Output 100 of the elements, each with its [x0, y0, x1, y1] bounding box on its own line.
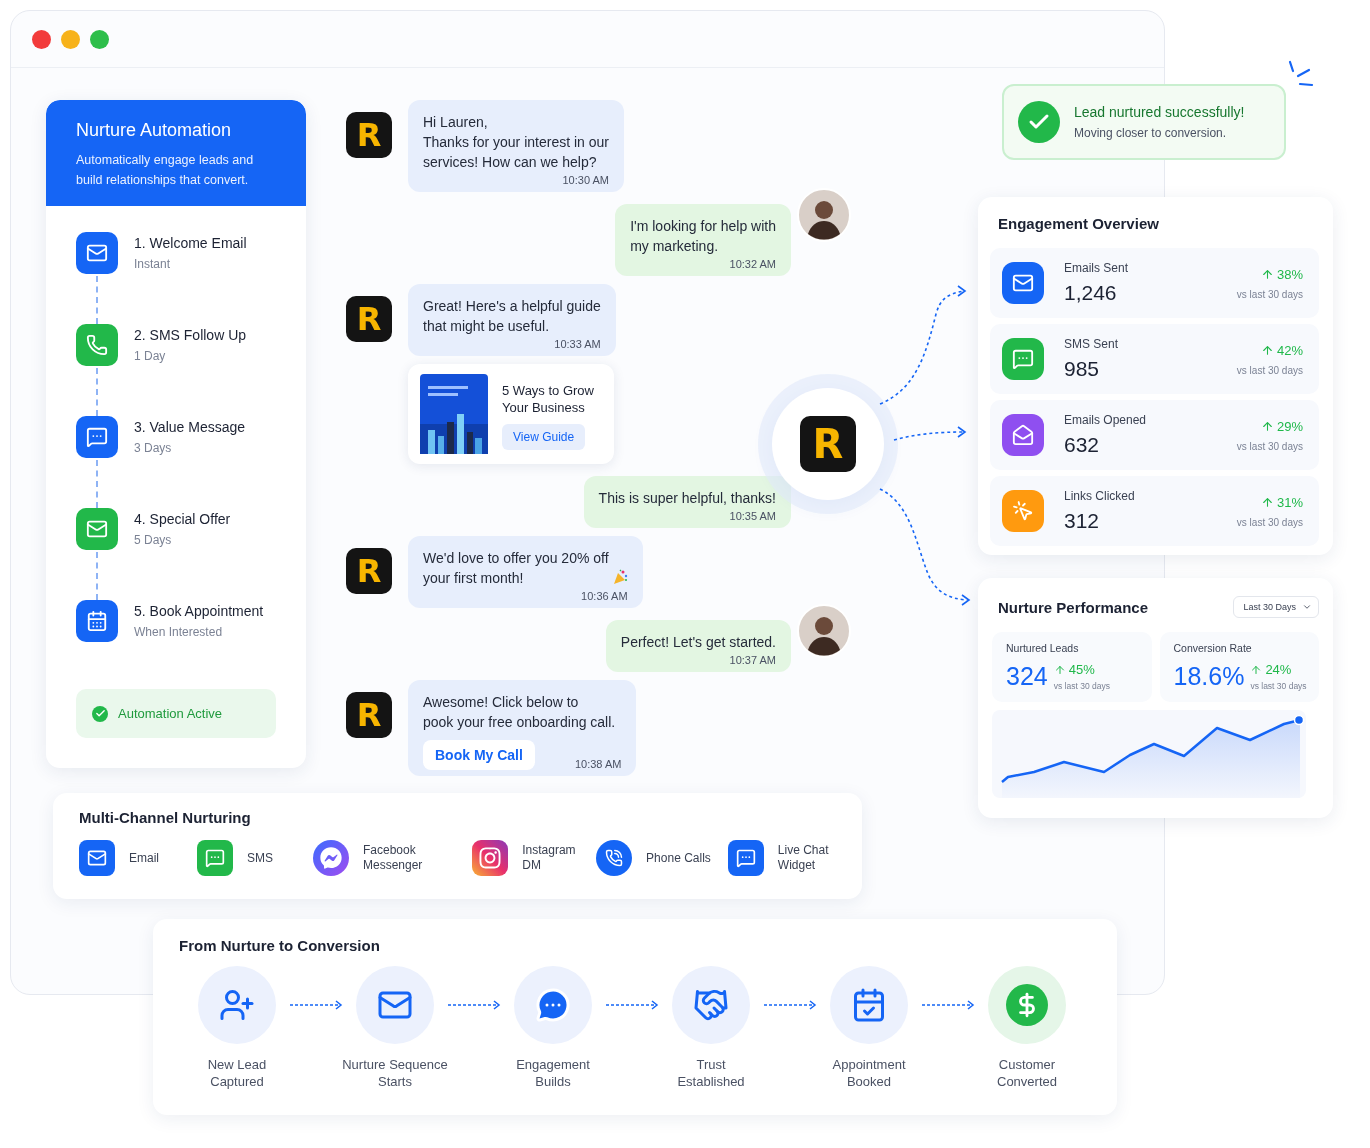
arrow-icon: [920, 999, 976, 1011]
message-time: 10:35 AM: [729, 510, 776, 522]
minimize-control[interactable]: [61, 29, 80, 49]
message-time: 10:38 AM: [574, 758, 622, 770]
up-arrow-icon: [1260, 343, 1274, 357]
brand-logo: R: [346, 692, 392, 738]
message-time: 10:33 AM: [554, 338, 601, 350]
metric-value: 312: [1064, 509, 1101, 533]
period-label: vs last 30 days: [1053, 681, 1110, 691]
step-label: Customer Converted: [997, 1056, 1057, 1090]
arrow-icon: [446, 999, 502, 1011]
message-text: Perfect! Let's get started.: [620, 633, 776, 652]
toast-title: Lead nurtured successfully!: [1074, 104, 1245, 120]
step-title: 4. Special Offer: [134, 511, 231, 527]
brand-logo: R: [800, 416, 856, 472]
stat-value: 18.6%: [1173, 662, 1245, 691]
step-label: Engagement Builds: [516, 1056, 590, 1090]
messenger-icon: [312, 840, 349, 876]
message-time: 10:37 AM: [729, 654, 776, 666]
step-label: Nurture Sequence Starts: [342, 1056, 448, 1090]
change-value: 24%: [1265, 662, 1292, 677]
up-arrow-icon: [1260, 419, 1274, 433]
metric-label: Emails Opened: [1064, 413, 1148, 427]
change-value: 31%: [1276, 494, 1303, 510]
message-text: Awesome! Click below to pook your free onboarding call.: [423, 693, 616, 732]
card-subtitle: Automatically engage leads and build relationships that convert.: [76, 152, 255, 189]
change-value: 29%: [1276, 418, 1303, 434]
stat-label: Conversion Rate: [1173, 642, 1253, 654]
status-label: Automation Active: [118, 706, 223, 721]
arrow-icon: [604, 999, 660, 1011]
step-timing: 3 Days: [134, 441, 173, 455]
card-title: From Nurture to Conversion: [179, 937, 381, 954]
change-value: 42%: [1276, 342, 1303, 358]
channel-label: Instagram DM: [522, 843, 576, 873]
step-timing: 5 Days: [134, 533, 173, 547]
change-value: 38%: [1276, 266, 1303, 282]
channel-label: SMS: [246, 850, 273, 866]
message-time: 10:30 AM: [562, 174, 609, 186]
range-dropdown[interactable]: Last 30 Days: [1233, 596, 1319, 618]
channel-label: Email: [129, 850, 159, 866]
metric-label: Links Clicked: [1064, 489, 1136, 503]
step-label: Trust Established: [677, 1056, 745, 1090]
period-label: vs last 30 days: [1250, 681, 1307, 691]
chevron-down-icon: [1302, 602, 1312, 612]
brand-logo: R: [346, 548, 392, 594]
arrow-icon: [288, 999, 344, 1011]
card-title: Engagement Overview: [998, 215, 1160, 232]
step-label: New Lead Captured: [207, 1056, 267, 1090]
period-label: vs last 30 days: [1236, 440, 1303, 452]
period-label: vs last 30 days: [1236, 364, 1303, 376]
message-text: I'm looking for help with my marketing.: [630, 217, 776, 256]
step-title: 1. Welcome Email: [134, 235, 247, 251]
metric-value: 985: [1064, 357, 1101, 381]
card-title: Multi-Channel Nurturing: [79, 809, 252, 826]
brand-logo: R: [346, 112, 392, 158]
card-title: Nurture Automation: [76, 120, 233, 141]
up-arrow-icon: [1053, 663, 1066, 676]
chat-bubble-icon: [727, 840, 764, 876]
maximize-control[interactable]: [90, 29, 109, 49]
message-time: 10:32 AM: [729, 258, 776, 270]
brand-logo: R: [346, 296, 392, 342]
stat-label: Nurtured Leads: [1006, 642, 1080, 654]
metric-value: 632: [1064, 433, 1101, 457]
check-icon: [1018, 101, 1060, 143]
period-label: vs last 30 days: [1236, 516, 1303, 528]
party-popper-icon: [611, 569, 628, 585]
step-title: 3. Value Message: [134, 419, 246, 435]
up-arrow-icon: [1260, 495, 1274, 509]
close-control[interactable]: [32, 29, 51, 49]
phone-icon: [596, 840, 633, 876]
channel-label: Facebook Messenger: [362, 843, 423, 873]
check-icon: [92, 705, 108, 722]
view-guide-button[interactable]: View Guide: [502, 424, 586, 450]
up-arrow-icon: [1250, 663, 1263, 676]
step-title: 2. SMS Follow Up: [134, 327, 247, 343]
message-text: Great! Here's a helpful guide that might be useful.: [423, 297, 601, 336]
toast-subtitle: Moving closer to conversion.: [1074, 126, 1228, 140]
step-label: Appointment Booked: [832, 1056, 906, 1090]
step-title: 5. Book Appointment: [134, 603, 264, 619]
message-text: This is super helpful, thanks!: [598, 489, 776, 508]
arrow-icon: [762, 999, 818, 1011]
period-label: vs last 30 days: [1236, 288, 1303, 300]
step-timing: 1 Day: [134, 349, 167, 363]
channel-label: Live Chat Widget: [777, 843, 829, 873]
book-call-button[interactable]: Book My Call: [423, 740, 535, 770]
message-time: 10:36 AM: [581, 590, 628, 602]
channel-label: Phone Calls: [646, 850, 711, 866]
step-timing: Instant: [134, 257, 172, 271]
step-timing: When Interested: [134, 625, 224, 639]
metric-label: SMS Sent: [1064, 337, 1120, 351]
message-text: We'd love to offer you 20% off your first month!: [423, 549, 609, 588]
message-text: Hi Lauren, Thanks for your interest in our services! How can we help?: [423, 113, 609, 172]
card-title: Nurture Performance: [998, 598, 1149, 616]
stat-value: 324: [1006, 662, 1048, 691]
metric-label: Emails Sent: [1064, 261, 1130, 275]
chat-bubble-icon: [196, 840, 233, 876]
envelope-icon: [79, 840, 115, 876]
camera-icon: [472, 840, 509, 876]
change-value: 45%: [1068, 662, 1095, 677]
metric-value: 1,246: [1064, 281, 1118, 305]
